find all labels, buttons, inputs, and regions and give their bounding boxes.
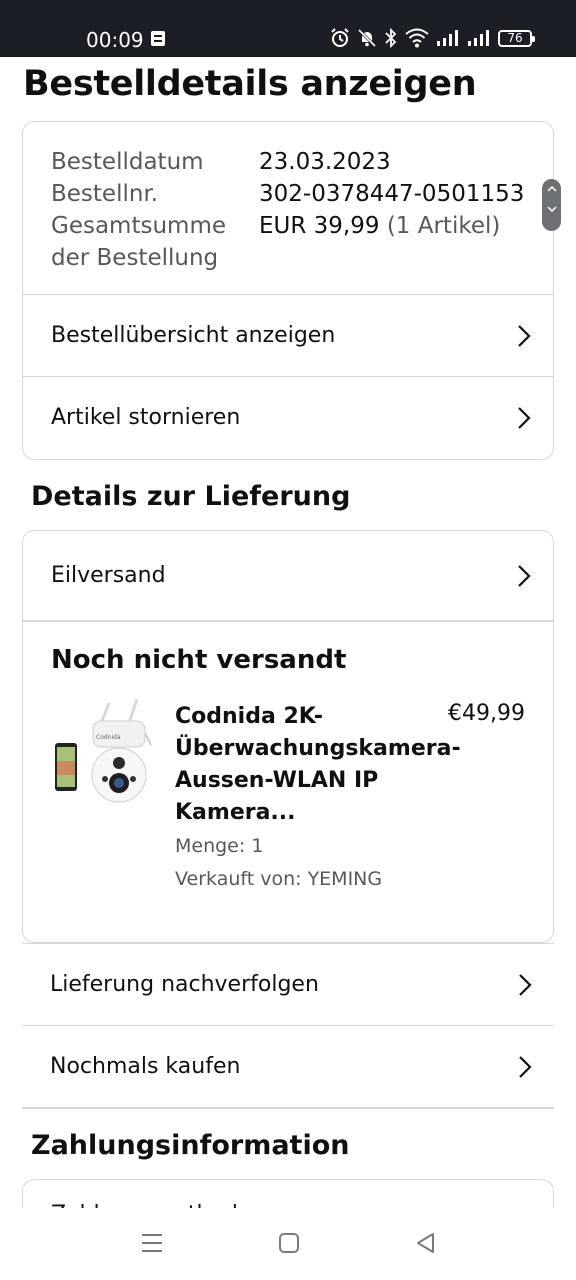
signal-icon (468, 30, 489, 46)
menu-icon[interactable] (141, 1232, 163, 1254)
delivery-section-title: Details zur Lieferung (31, 481, 351, 512)
status-icons: 76 (330, 28, 535, 48)
order-total-row: Gesamtsumme der Bestellung EUR 39,99 (1 … (51, 210, 524, 274)
order-info: Bestelldatum 23.03.2023 Bestellnr. 302-0… (51, 146, 524, 274)
track-delivery-label: Lieferung nachverfolgen (50, 972, 319, 997)
back-icon[interactable] (415, 1232, 437, 1254)
product-seller: Verkauft von: YEMING (175, 868, 383, 890)
shipping-method-link[interactable]: Eilversand (23, 531, 553, 620)
bluetooth-icon (385, 28, 397, 48)
order-total-label: Gesamtsumme der Bestellung (51, 213, 226, 271)
system-nav-bar (0, 1208, 576, 1280)
chevron-right-icon (518, 324, 531, 347)
product-image[interactable]: Codnida (53, 699, 157, 803)
status-time: 00:09 (86, 28, 144, 52)
order-number-label: Bestellnr. (51, 181, 159, 207)
product-title-link[interactable]: Codnida 2K-Überwachungskamera-Aussen-WLA… (175, 701, 461, 829)
buy-again-link[interactable]: Nochmals kaufen (22, 1025, 554, 1107)
product-quantity: Menge: 1 (175, 835, 264, 857)
scroll-handle[interactable] (542, 179, 561, 231)
bell-off-icon (357, 28, 377, 48)
order-summary-card: Bestelldatum 23.03.2023 Bestellnr. 302-0… (22, 121, 554, 460)
page-title: Bestelldetails anzeigen (23, 64, 477, 104)
chevron-right-icon (519, 1055, 532, 1078)
cancel-items-link[interactable]: Artikel stornieren (23, 376, 553, 458)
divider (22, 1107, 554, 1109)
track-delivery-link[interactable]: Lieferung nachverfolgen (22, 943, 554, 1025)
payment-section-title: Zahlungsinformation (31, 1130, 350, 1161)
order-date-row: Bestelldatum 23.03.2023 (51, 146, 524, 178)
shipment-status: Noch nicht versandt (51, 645, 347, 675)
chevron-right-icon (519, 973, 532, 996)
battery-indicator: 76 (498, 29, 535, 47)
order-number-row: Bestellnr. 302-0378447-0501153 (51, 178, 524, 210)
order-date-label: Bestelldatum (51, 149, 204, 175)
alarm-icon (331, 28, 349, 47)
order-date-value: 23.03.2023 (259, 149, 391, 175)
order-total-amount: EUR 39,99 (259, 213, 380, 239)
chevron-right-icon (518, 406, 531, 429)
product-price: €49,99 (448, 701, 525, 726)
order-number-value: 302-0378447-0501153 (259, 181, 525, 207)
svg-text:Codnida: Codnida (96, 734, 121, 741)
wifi-icon (405, 28, 429, 48)
buy-again-label: Nochmals kaufen (50, 1054, 241, 1079)
view-order-summary-link[interactable]: Bestellübersicht anzeigen (23, 294, 553, 376)
view-order-summary-label: Bestellübersicht anzeigen (51, 323, 336, 348)
shipping-method-label: Eilversand (51, 563, 166, 588)
delivery-card: Eilversand Noch nicht versandt Codnida C… (22, 530, 554, 943)
divider (23, 620, 553, 622)
signal-icon (437, 30, 458, 46)
home-icon[interactable] (278, 1232, 300, 1254)
order-item-count: (1 Artikel) (386, 213, 501, 239)
notification-icon (151, 31, 165, 46)
cancel-items-label: Artikel stornieren (51, 405, 241, 430)
chevron-down-icon (546, 206, 557, 213)
status-bar: 00:09 76 (0, 0, 576, 57)
chevron-up-icon (546, 185, 557, 192)
chevron-right-icon (518, 564, 531, 587)
order-total-value: EUR 39,99 (1 Artikel) (259, 210, 500, 274)
